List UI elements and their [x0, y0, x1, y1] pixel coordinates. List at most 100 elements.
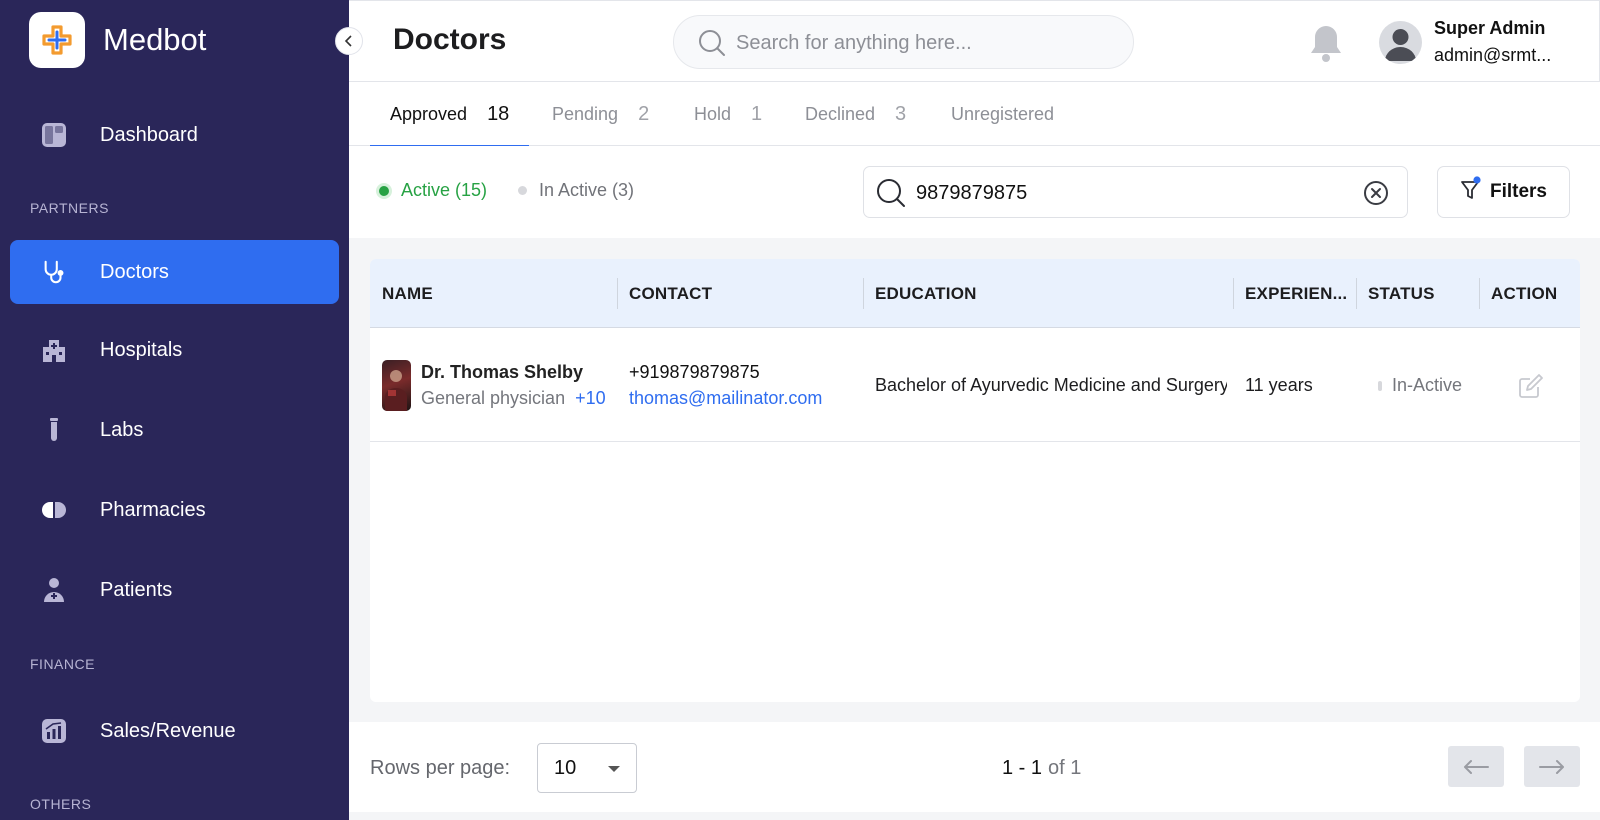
more-specialties-link[interactable]: +10: [575, 388, 606, 408]
tab-hold[interactable]: Hold 1: [694, 82, 762, 146]
global-search[interactable]: [673, 15, 1134, 69]
sidebar-item-label: Patients: [100, 578, 173, 601]
column-separator: [1479, 278, 1480, 309]
medbot-logo-icon: [29, 12, 85, 68]
section-label-partners: PARTNERS: [30, 200, 109, 216]
pagination: Rows per page: 10 1 - 1 of 1: [349, 722, 1600, 812]
sidebar-item-dashboard[interactable]: Dashboard: [10, 103, 339, 167]
filters-button-label: Filters: [1489, 181, 1548, 202]
brand[interactable]: Medbot: [29, 12, 206, 68]
column-header-contact[interactable]: CONTACT: [629, 259, 712, 328]
sidebar-item-sales-revenue[interactable]: Sales/Revenue: [10, 699, 339, 763]
notification-bell-icon[interactable]: [1309, 23, 1343, 68]
doctors-table: NAME CONTACT EDUCATION EXPERIEN... STATU…: [370, 259, 1580, 702]
search-icon: [698, 29, 726, 62]
tab-pending[interactable]: Pending 2: [552, 82, 649, 146]
tab-unregistered[interactable]: Unregistered: [951, 82, 1054, 146]
column-header-action: ACTION: [1491, 283, 1558, 303]
column-header-name[interactable]: NAME: [382, 259, 433, 328]
section-label-others: OTHERS: [30, 796, 92, 812]
chevron-left-icon: [344, 35, 352, 47]
filter-inactive[interactable]: In Active (3): [518, 180, 634, 201]
sidebar-collapse-button[interactable]: [335, 27, 363, 55]
column-separator: [1356, 278, 1357, 309]
table-search[interactable]: [863, 166, 1408, 218]
status-tabs: Approved 18 Pending 2 Hold 1 Declined 3 …: [349, 82, 1600, 147]
caret-down-icon: [608, 766, 620, 772]
inactive-dot: [518, 186, 527, 195]
active-dot: [379, 185, 389, 196]
arrow-left-icon: [1464, 759, 1489, 774]
table-row[interactable]: Dr. Thomas Shelby General physician +10 +…: [370, 328, 1580, 442]
filter-active-label: Active (15): [401, 180, 488, 200]
sidebar-item-label: Pharmacies: [100, 498, 206, 521]
test-tube-icon: [41, 417, 67, 443]
column-header-experience[interactable]: EXPERIEN...: [1245, 259, 1347, 328]
sidebar-item-doctors[interactable]: Doctors: [10, 240, 339, 304]
tab-declined[interactable]: Declined 3: [805, 82, 906, 146]
doctor-email-link[interactable]: thomas@mailinator.com: [629, 388, 822, 409]
doctor-education: Bachelor of Ayurvedic Medicine and Surge…: [875, 375, 1227, 395]
column-header-education[interactable]: EDUCATION: [875, 259, 977, 328]
table-search-input[interactable]: [916, 178, 1336, 208]
doctor-name[interactable]: Dr. Thomas Shelby: [421, 362, 583, 383]
tab-label: Pending: [552, 103, 619, 124]
tab-label: Unregistered: [951, 103, 1055, 124]
global-search-input[interactable]: [736, 28, 1116, 58]
doctor-phone: +919879879875: [629, 362, 760, 382]
app-name: Medbot: [103, 22, 207, 57]
sidebar-item-label: Hospitals: [100, 338, 183, 361]
tab-label: Approved: [390, 103, 468, 124]
sidebar-item-label: Labs: [100, 418, 144, 441]
status-label: In-Active: [1392, 375, 1463, 395]
tab-approved[interactable]: Approved 18: [369, 82, 530, 147]
rows-per-page-select[interactable]: 10: [537, 743, 637, 793]
filter-inactive-label: In Active (3): [539, 180, 635, 200]
filters-button[interactable]: Filters: [1437, 166, 1570, 218]
patient-icon: [41, 577, 67, 603]
column-separator: [863, 278, 864, 309]
specialty-label: General physician: [421, 388, 566, 408]
hospital-icon: [41, 337, 67, 363]
sidebar-item-patients[interactable]: Patients: [10, 558, 339, 622]
sidebar-item-label: Sales/Revenue: [100, 719, 236, 742]
user-email: admin@srmt...: [1434, 45, 1552, 65]
tab-count: 2: [638, 102, 650, 125]
filter-icon: [1460, 176, 1482, 208]
chart-icon: [41, 718, 67, 744]
status-dot: [1378, 380, 1382, 391]
table-header: NAME CONTACT EDUCATION EXPERIEN... STATU…: [370, 259, 1580, 328]
user-avatar[interactable]: [1379, 21, 1422, 64]
rows-per-page-value: 10: [554, 756, 577, 779]
stethoscope-icon: [41, 259, 67, 285]
page-title: Doctors: [393, 23, 507, 56]
section-label-finance: FINANCE: [30, 656, 95, 672]
sidebar-item-label: Dashboard: [100, 123, 198, 146]
next-page-button[interactable]: [1524, 746, 1580, 787]
tab-count: 3: [895, 102, 907, 125]
arrow-right-icon: [1539, 759, 1564, 774]
pill-icon: [41, 497, 67, 523]
tab-label: Declined: [805, 103, 876, 124]
previous-page-button[interactable]: [1448, 746, 1504, 787]
clear-search-icon[interactable]: [1363, 180, 1389, 211]
page-range: 1 - 1 of 1: [1002, 757, 1081, 780]
filter-bar: Active (15) In Active (3) Filters: [349, 146, 1600, 238]
sidebar-item-pharmacies[interactable]: Pharmacies: [10, 478, 339, 542]
sidebar-item-labs[interactable]: Labs: [10, 398, 339, 462]
top-header: Doctors Super Admin admin@srmt...: [349, 0, 1600, 82]
doctor-avatar: [382, 360, 411, 411]
dashboard-icon: [41, 122, 67, 148]
tab-label: Hold: [694, 103, 732, 124]
sidebar-item-hospitals[interactable]: Hospitals: [10, 318, 339, 382]
page-total: of 1: [1048, 757, 1082, 779]
sidebar: Medbot Dashboard PARTNERS Doctors Hospit…: [0, 0, 349, 820]
tab-count: 18: [487, 102, 510, 125]
user-name: Super Admin: [1434, 18, 1546, 38]
filter-active[interactable]: Active (15): [379, 180, 487, 201]
edit-icon[interactable]: [1518, 373, 1544, 404]
search-icon: [876, 178, 906, 213]
page-range-value: 1 - 1: [1002, 757, 1043, 779]
rows-per-page-label: Rows per page:: [370, 757, 511, 779]
column-header-status[interactable]: STATUS: [1368, 259, 1435, 328]
